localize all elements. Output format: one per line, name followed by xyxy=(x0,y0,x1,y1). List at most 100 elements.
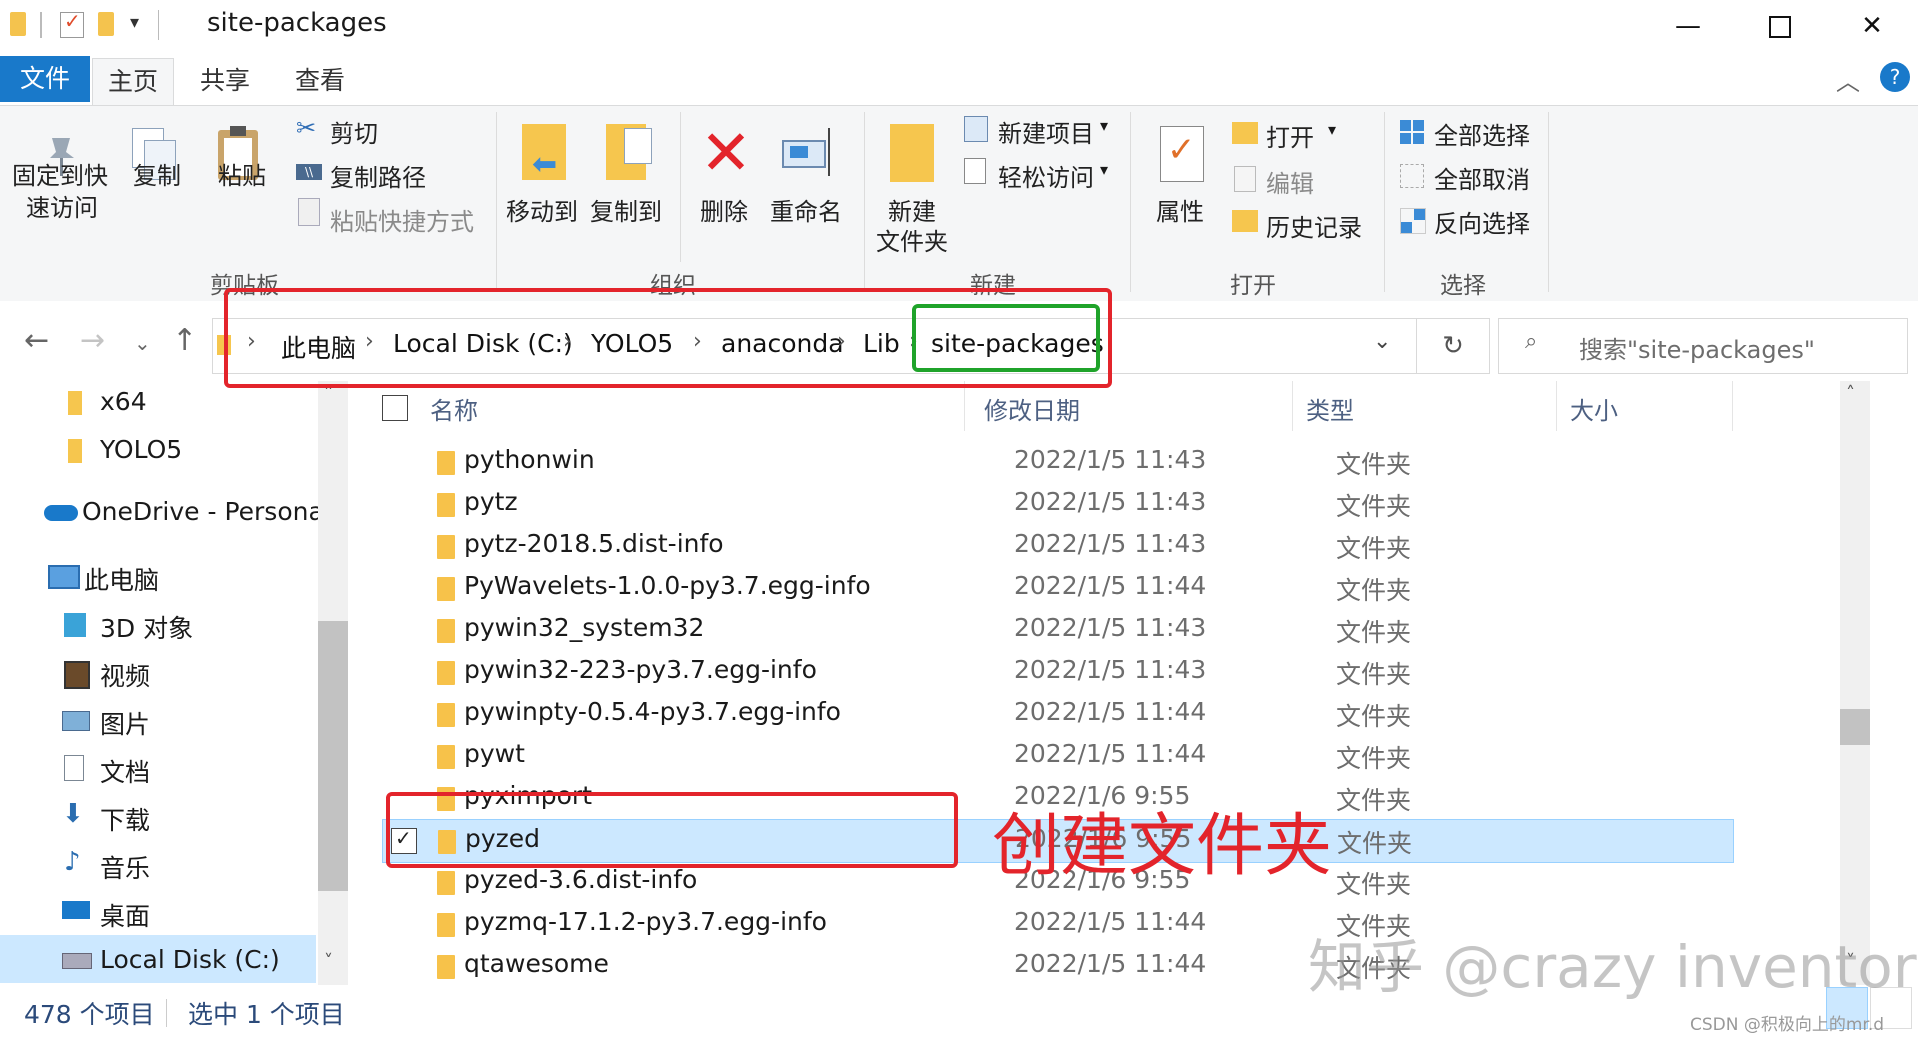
group-separator xyxy=(1384,112,1385,292)
file-name: pyzmq-17.1.2-py3.7.egg-info xyxy=(464,907,827,936)
file-row[interactable]: pythonwin 2022/1/5 11:43 文件夹 xyxy=(382,441,1732,483)
file-date: 2022/1/5 11:43 xyxy=(1014,487,1207,516)
help-icon[interactable]: ? xyxy=(1880,62,1910,92)
nav-item-pictures[interactable]: 图片 xyxy=(58,705,150,741)
search-input[interactable]: ⌕ 搜索"site-packages" xyxy=(1498,318,1908,374)
column-separator[interactable] xyxy=(1292,381,1293,431)
music-icon: ♪ xyxy=(64,847,81,877)
rename-button[interactable]: 重命名 xyxy=(770,192,842,227)
nav-item-desktop[interactable]: 桌面 xyxy=(58,897,150,933)
column-name[interactable]: 名称 xyxy=(430,391,478,426)
back-icon[interactable]: ← xyxy=(24,323,49,358)
ribbon-tabs: 文件 主页 共享 查看 ︿ ? xyxy=(0,52,1918,106)
easy-access-button[interactable]: 轻松访问 xyxy=(998,158,1094,193)
pin-quick-access-label-2[interactable]: 速访问 xyxy=(26,188,98,223)
documents-icon xyxy=(64,755,84,781)
select-all-checkbox[interactable] xyxy=(382,395,408,421)
paste-button[interactable]: 粘贴 xyxy=(218,156,266,191)
column-type[interactable]: 类型 xyxy=(1306,391,1354,426)
quick-access-dropdown-icon[interactable]: ▾ xyxy=(130,12,139,33)
nav-scrollbar[interactable]: ˄ ˅ xyxy=(318,381,348,985)
forward-icon[interactable]: → xyxy=(80,323,105,358)
invert-selection-button[interactable]: 反向选择 xyxy=(1434,204,1530,239)
list-scroll-thumb[interactable] xyxy=(1840,709,1870,745)
nav-item-yolo5[interactable]: YOLO5 xyxy=(58,435,182,464)
tab-home[interactable]: 主页 xyxy=(92,58,174,105)
file-row[interactable]: pywin32-223-py3.7.egg-info 2022/1/5 11:43… xyxy=(382,651,1732,693)
column-size[interactable]: 大小 xyxy=(1570,391,1618,426)
watermark-text: 知乎 @crazy inventor xyxy=(1308,933,1917,1001)
file-type: 文件夹 xyxy=(1336,660,1412,689)
nav-item-local-disk[interactable]: Local Disk (C:) xyxy=(58,945,280,974)
nav-item-this-pc[interactable]: 此电脑 xyxy=(40,561,159,597)
copy-path-button[interactable]: 复制路径 xyxy=(330,158,426,193)
file-row[interactable]: pywt 2022/1/5 11:44 文件夹 xyxy=(382,735,1732,777)
list-scrollbar[interactable]: ˄ ˅ xyxy=(1840,381,1870,985)
new-folder-quick-icon[interactable] xyxy=(98,12,114,36)
address-dropdown-icon[interactable]: ⌄ xyxy=(1373,329,1391,354)
new-item-button[interactable]: 新建项目 xyxy=(998,114,1094,149)
file-row[interactable]: pytz 2022/1/5 11:43 文件夹 xyxy=(382,483,1732,525)
file-row[interactable]: pywinpty-0.5.4-py3.7.egg-info 2022/1/5 11… xyxy=(382,693,1732,735)
nav-item-downloads[interactable]: ⬇ 下载 xyxy=(58,801,150,837)
history-button[interactable]: 历史记录 xyxy=(1266,208,1362,243)
nav-item-documents[interactable]: 文档 xyxy=(58,753,150,789)
select-none-button[interactable]: 全部取消 xyxy=(1434,160,1530,195)
3d-objects-icon xyxy=(64,613,86,637)
new-folder-label-2[interactable]: 文件夹 xyxy=(876,222,948,257)
nav-scroll-thumb[interactable] xyxy=(318,621,348,891)
scroll-up-icon[interactable]: ˄ xyxy=(1846,383,1855,404)
folder-icon xyxy=(437,661,455,685)
nav-item-videos[interactable]: 视频 xyxy=(58,657,150,693)
column-modified[interactable]: 修改日期 xyxy=(984,391,1080,426)
separator xyxy=(40,12,42,38)
chevron-down-icon[interactable]: ▾ xyxy=(1100,116,1108,135)
properties-button[interactable]: 属性 xyxy=(1156,192,1204,227)
refresh-icon: ↻ xyxy=(1442,331,1464,361)
file-row[interactable]: pytz-2018.5.dist-info 2022/1/5 11:43 文件夹 xyxy=(382,525,1732,567)
move-to-button[interactable]: 移动到 xyxy=(506,192,578,227)
up-icon[interactable]: ↑ xyxy=(172,323,197,358)
open-button[interactable]: 打开 xyxy=(1266,118,1314,153)
minimize-button[interactable]: — xyxy=(1642,0,1734,52)
refresh-button[interactable]: ↻ xyxy=(1416,318,1490,374)
chevron-down-icon[interactable]: ▾ xyxy=(1100,160,1108,179)
maximize-button[interactable] xyxy=(1734,0,1826,52)
tab-view[interactable]: 查看 xyxy=(270,58,370,104)
tab-share[interactable]: 共享 xyxy=(180,58,270,104)
nav-item-3d-objects[interactable]: 3D 对象 xyxy=(58,609,193,645)
folder-icon xyxy=(437,913,455,937)
nav-item-x64[interactable]: x64 xyxy=(58,387,147,416)
search-placeholder: 搜索"site-packages" xyxy=(1579,336,1815,364)
column-separator[interactable] xyxy=(964,381,965,431)
chevron-down-icon[interactable]: ▾ xyxy=(1328,120,1336,139)
delete-button[interactable]: 删除 xyxy=(700,192,748,227)
properties-icon: ✓ xyxy=(1160,126,1204,182)
tab-file[interactable]: 文件 xyxy=(0,56,90,102)
edit-button[interactable]: 编辑 xyxy=(1266,164,1314,199)
properties-quick-icon[interactable]: ✓ xyxy=(60,9,84,38)
copy-button[interactable]: 复制 xyxy=(133,156,181,191)
select-all-button[interactable]: 全部选择 xyxy=(1434,116,1530,151)
pin-quick-access-label-1[interactable]: 固定到快 xyxy=(12,156,108,191)
scroll-down-icon[interactable]: ˅ xyxy=(324,951,333,972)
file-row[interactable]: pywin32_system32 2022/1/5 11:43 文件夹 xyxy=(382,609,1732,651)
copy-to-button[interactable]: 复制到 xyxy=(590,192,662,227)
cut-button[interactable]: 剪切 xyxy=(330,114,378,149)
new-folder-icon xyxy=(890,124,934,182)
title-bar: ✓ ▾ site-packages — ✕ xyxy=(0,0,1918,52)
close-button[interactable]: ✕ xyxy=(1826,0,1918,52)
recent-locations-icon[interactable]: ⌄ xyxy=(134,331,151,355)
paste-shortcut-button[interactable]: 粘贴快捷方式 xyxy=(330,202,474,237)
new-item-icon xyxy=(964,116,988,142)
column-separator[interactable] xyxy=(1732,381,1733,431)
nav-item-onedrive[interactable]: OneDrive - Personal xyxy=(40,497,331,526)
collapse-ribbon-icon[interactable]: ︿ xyxy=(1836,62,1860,97)
column-separator[interactable] xyxy=(1556,381,1557,431)
file-row[interactable]: PyWavelets-1.0.0-py3.7.egg-info 2022/1/5 … xyxy=(382,567,1732,609)
history-icon xyxy=(1232,210,1258,232)
nav-item-music[interactable]: ♪ 音乐 xyxy=(58,847,150,885)
file-name: pywin32_system32 xyxy=(464,613,705,642)
rename-icon xyxy=(782,128,836,178)
select-all-icon xyxy=(1400,120,1424,144)
